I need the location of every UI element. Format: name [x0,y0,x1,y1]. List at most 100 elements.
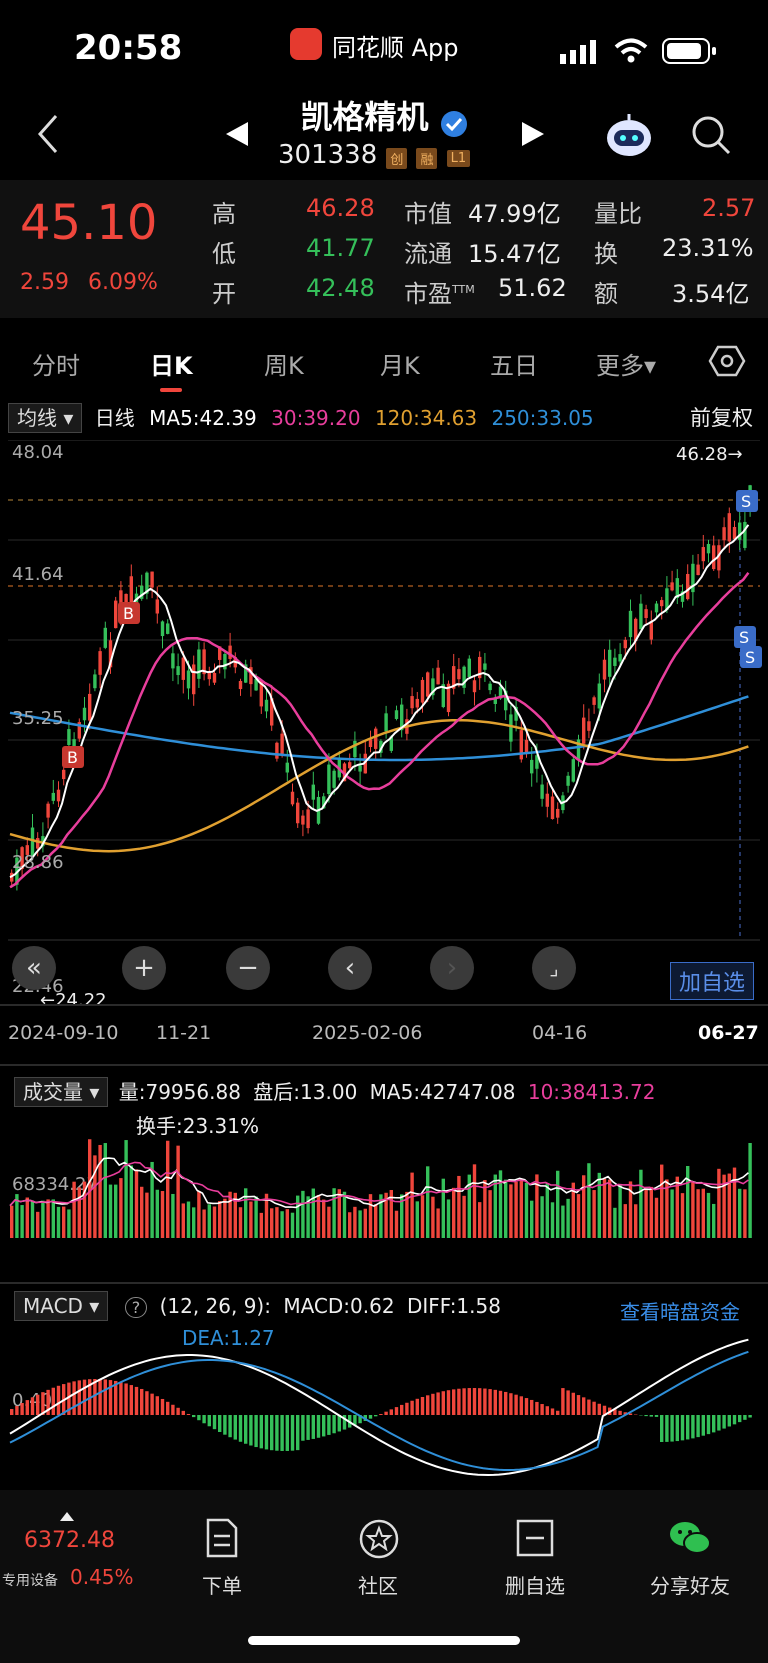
macd-bar [431,1393,435,1415]
macd-bar [535,1401,539,1415]
candle [160,621,165,637]
candle [649,621,653,640]
index-pct: 0.45% [70,1565,134,1589]
remove-watch-button[interactable]: 删自选 [475,1570,595,1599]
tab-more[interactable]: 更多▾ [596,346,656,381]
zoom-in-icon[interactable]: + [122,946,166,990]
macd-bar [212,1415,217,1430]
volume-bar [743,1189,747,1238]
wechat-icon[interactable] [668,1518,712,1558]
candle [348,762,352,769]
volume-bar [524,1182,529,1238]
scroll-left-icon[interactable]: ‹ [328,946,372,990]
macd-bar [420,1396,425,1415]
volume-bar [618,1185,622,1238]
macd-bar [285,1415,289,1451]
tab-intraday[interactable]: 分时 [32,346,80,381]
x-label-3: 2025-02-06 [312,1022,423,1044]
macd-bar [462,1388,466,1415]
volume-bar [738,1188,742,1238]
volume-bar [680,1193,685,1238]
vol-ratio-value: 2.57 [702,194,756,222]
volume-selector[interactable]: 成交量 ▾ [14,1077,109,1107]
volume-chart[interactable] [0,1130,768,1240]
volume-bar [504,1179,508,1238]
macd-bar [732,1415,737,1425]
share-button[interactable]: 分享好友 [630,1570,750,1599]
macd-bar [150,1393,154,1415]
macd-bar [124,1383,128,1415]
candle [306,809,310,829]
chart-settings-icon[interactable] [708,342,746,380]
tab-monthly-k[interactable]: 月K [380,346,420,381]
macd-bar [415,1398,419,1415]
tag-chuang: 创 [386,148,408,169]
robot-assistant-icon[interactable] [604,110,654,160]
volume-bar [93,1155,97,1238]
ma5-value: MA5:42.39 [149,406,257,430]
macd-bar [389,1409,393,1415]
order-button[interactable]: 下单 [162,1570,282,1599]
search-icon[interactable] [690,114,732,156]
candle [530,759,534,774]
add-watch-button[interactable]: 加自选 [670,962,755,1000]
tab-weekly-k[interactable]: 周K [264,346,304,381]
volume-bar [514,1181,518,1238]
candle [618,654,622,662]
macd-bar [587,1399,591,1415]
tab-daily-k[interactable]: 日K [150,346,193,381]
candle [415,698,419,708]
volume-bar [348,1212,352,1238]
community-button[interactable]: 社区 [318,1570,438,1599]
macd-bar [566,1390,570,1415]
diff-value: DIFF:1.58 [406,1294,501,1318]
candle [296,802,300,824]
ma-selector[interactable]: 均线 ▾ [8,403,83,433]
macd-bar [379,1414,383,1415]
scroll-right-icon[interactable]: › [430,946,474,990]
candle [743,521,747,548]
candle [56,789,61,802]
candle [353,740,357,758]
candle [467,658,471,678]
macd-bar [509,1393,513,1415]
low-marker: ←24.22 [40,990,107,1011]
candle [171,653,175,669]
pe-ttm: TTM [452,283,475,296]
order-icon[interactable] [204,1518,240,1558]
ma-legend: 均线 ▾ 日线 MA5:42.39 30:39.20 120:34.63 250… [8,402,594,433]
next-stock-icon[interactable] [522,122,544,146]
candle [192,664,196,695]
remove-watch-icon[interactable] [515,1518,555,1558]
volume-bar [342,1191,347,1238]
community-icon[interactable] [358,1518,400,1560]
volume-bar [280,1211,284,1238]
turnover-label: 换 [594,240,618,268]
adjust-mode[interactable]: 前复权 [690,402,753,432]
wifi-icon [614,38,648,63]
help-icon[interactable]: ? [124,1297,148,1318]
zoom-out-icon[interactable]: − [226,946,270,990]
volume-bar [296,1195,300,1238]
macd-chart[interactable] [0,1320,768,1490]
active-tab-indicator [160,388,182,392]
candle [587,721,591,731]
macd-selector[interactable]: MACD ▾ [14,1291,109,1321]
macd-bar [207,1415,211,1427]
index-value[interactable]: 6372.48 [24,1528,115,1553]
volume-bar [394,1210,399,1238]
macd-bar [306,1415,310,1440]
volume-bar [587,1163,591,1238]
volume-bar [327,1206,331,1238]
collapse-left-icon[interactable]: « [12,946,56,990]
candle [36,838,40,849]
volume-bar [259,1212,263,1238]
tab-five-day[interactable]: 五日 [490,346,538,381]
verified-icon [440,110,467,137]
candle [722,527,726,541]
candle [275,742,279,759]
macd-bar [561,1388,565,1415]
kline-chart[interactable]: B B S S S [0,440,768,1040]
fullscreen-icon[interactable]: ⌟ [532,946,576,990]
amount-label: 额 [594,280,618,308]
